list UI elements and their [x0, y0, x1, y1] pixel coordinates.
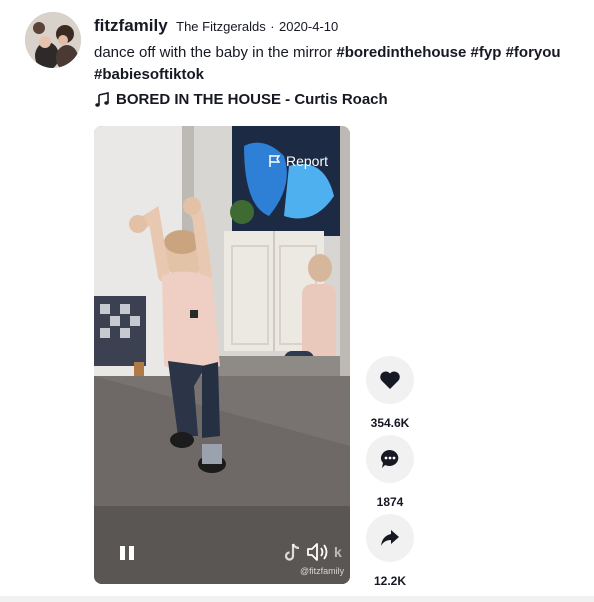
like-action: 354.6K	[366, 356, 414, 430]
post-header: fitzfamily The Fitzgeralds · 2020-4-10	[94, 16, 338, 36]
hashtag[interactable]: #boredinthehouse	[336, 44, 466, 61]
share-button[interactable]	[366, 514, 414, 562]
pause-icon[interactable]	[118, 544, 136, 562]
video-player[interactable]: Report k @fitzfamily	[94, 126, 350, 584]
nickname: The Fitzgeralds	[176, 19, 266, 34]
like-button[interactable]	[366, 356, 414, 404]
music-title: BORED IN THE HOUSE - Curtis Roach	[116, 91, 388, 108]
volume-icon[interactable]	[306, 542, 332, 562]
bottom-divider	[0, 596, 594, 602]
avatar[interactable]	[25, 12, 81, 68]
share-arrow-icon	[381, 530, 399, 546]
watermark-logo-text: k	[334, 544, 342, 560]
avatar-photo	[25, 12, 81, 68]
music-note-icon	[95, 91, 109, 107]
video-frame	[94, 126, 350, 584]
separator: ·	[270, 19, 275, 34]
comment-icon	[381, 450, 399, 468]
video-watermark: @fitzfamily	[300, 566, 345, 576]
hashtag[interactable]: #foryou	[506, 44, 561, 61]
share-count: 12.2K	[373, 574, 407, 588]
flag-icon	[269, 155, 281, 167]
post-date: 2020-4-10	[278, 19, 339, 34]
like-count: 354.6K	[370, 416, 410, 430]
heart-icon	[380, 371, 400, 389]
share-action: 12.2K	[366, 514, 414, 588]
music-link[interactable]: BORED IN THE HOUSE - Curtis Roach	[94, 91, 388, 108]
caption-text: dance off with the baby in the mirror	[94, 44, 333, 61]
hashtag[interactable]: #babiesoftiktok	[94, 66, 204, 83]
comment-count: 1874	[376, 495, 404, 509]
comment-button[interactable]	[366, 435, 414, 483]
report-button[interactable]: Report	[268, 153, 328, 169]
comment-action: 1874	[366, 435, 414, 509]
username[interactable]: fitzfamily	[94, 16, 168, 35]
tiktok-logo-icon	[284, 543, 300, 561]
hashtag[interactable]: #fyp	[471, 44, 502, 61]
report-label: Report	[286, 153, 329, 169]
caption: dance off with the baby in the mirror #b…	[94, 42, 584, 86]
